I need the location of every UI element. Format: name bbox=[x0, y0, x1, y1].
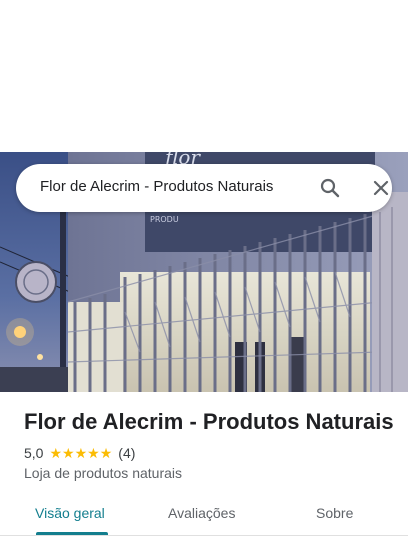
star-icon: ★ bbox=[87, 445, 100, 461]
rating-stars: ★ ★ ★ ★ ★ bbox=[49, 446, 112, 460]
star-icon: ★ bbox=[99, 445, 113, 461]
place-title: Flor de Alecrim - Produtos Naturais bbox=[24, 409, 394, 434]
rating-row[interactable]: 5,0 ★ ★ ★ ★ ★ (4) bbox=[24, 444, 135, 462]
place-tabs: Visão geral Avaliações Sobre bbox=[0, 493, 408, 544]
search-icon[interactable] bbox=[318, 176, 342, 200]
search-bar[interactable]: Flor de Alecrim - Produtos Naturais bbox=[16, 164, 392, 212]
star-icon: ★ bbox=[62, 445, 75, 461]
review-count[interactable]: (4) bbox=[118, 445, 135, 461]
close-icon[interactable] bbox=[369, 176, 393, 200]
star-icon: ★ bbox=[49, 445, 63, 461]
tabs-divider bbox=[0, 535, 408, 536]
tab-about[interactable]: Sobre bbox=[316, 505, 353, 521]
star-icon: ★ bbox=[74, 445, 88, 461]
rating-value: 5,0 bbox=[24, 445, 44, 461]
place-category[interactable]: Loja de produtos naturais bbox=[24, 465, 182, 481]
map-blank-area bbox=[0, 0, 408, 152]
svg-text:PRODU: PRODU bbox=[150, 215, 179, 224]
tab-reviews[interactable]: Avaliações bbox=[168, 505, 235, 521]
tab-overview[interactable]: Visão geral bbox=[35, 505, 105, 521]
search-input[interactable]: Flor de Alecrim - Produtos Naturais bbox=[40, 178, 290, 195]
